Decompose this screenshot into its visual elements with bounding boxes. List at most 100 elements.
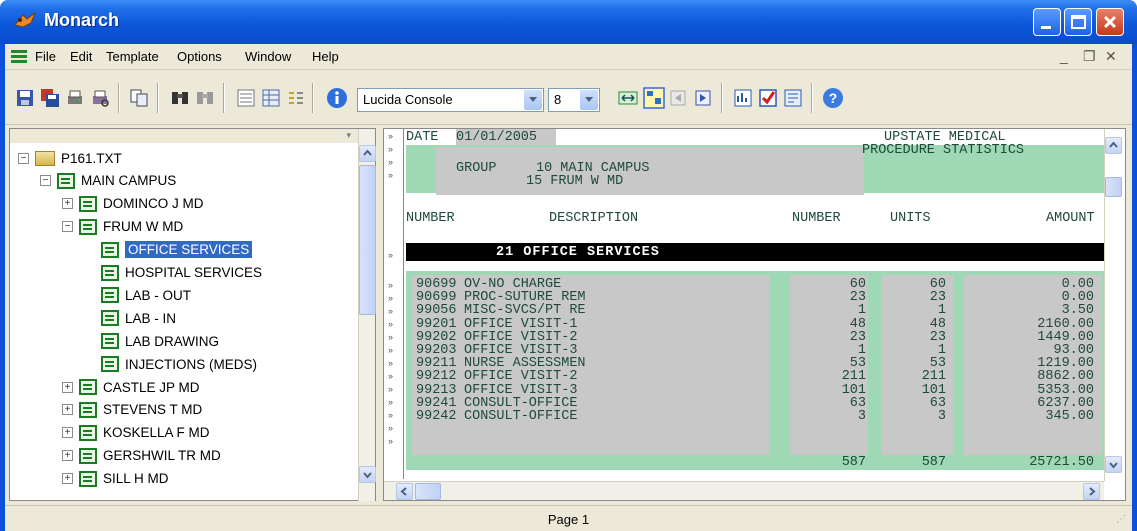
- tree-item[interactable]: LAB DRAWING: [84, 330, 219, 352]
- row-amount[interactable]: 5353.00: [1006, 383, 1094, 397]
- row-units[interactable]: 63: [914, 397, 946, 411]
- scroll-thumb[interactable]: [359, 165, 376, 315]
- close-button[interactable]: [1096, 8, 1124, 36]
- row-code[interactable]: 99212: [416, 370, 457, 384]
- row-amount[interactable]: 0.00: [1006, 278, 1094, 292]
- expand-icon[interactable]: +: [62, 381, 73, 393]
- row-amount[interactable]: 1449.00: [1006, 331, 1094, 345]
- chart-icon[interactable]: [733, 88, 753, 108]
- tree-item[interactable]: HOSPITAL SERVICES: [84, 262, 262, 284]
- row-description[interactable]: OFFICE VISIT-3: [464, 383, 577, 397]
- tree-item[interactable]: − MAIN CAMPUS: [40, 170, 176, 192]
- row-number[interactable]: 53: [834, 357, 866, 371]
- col-amount-header[interactable]: AMOUNT: [1046, 212, 1095, 226]
- tree-item[interactable]: INJECTIONS (MEDS): [84, 353, 257, 375]
- row-units[interactable]: 211: [914, 370, 946, 384]
- mdi-close-icon[interactable]: ✕: [1105, 48, 1117, 65]
- maximize-button[interactable]: [1064, 8, 1092, 36]
- row-code[interactable]: 99242: [416, 410, 457, 424]
- tree-item[interactable]: LAB - IN: [84, 307, 176, 329]
- row-description[interactable]: OFFICE VISIT-2: [464, 331, 577, 345]
- copy-icon[interactable]: [129, 88, 149, 108]
- report-vertical-scrollbar[interactable]: [1104, 129, 1122, 481]
- tree-item[interactable]: + CASTLE JP MD: [62, 376, 200, 398]
- row-amount[interactable]: 0.00: [1006, 291, 1094, 305]
- scroll-up-button[interactable]: [359, 145, 376, 162]
- tree-item[interactable]: + DOMINCO J MD: [62, 193, 204, 215]
- menu-window[interactable]: Window: [245, 49, 291, 64]
- col-number2-header[interactable]: NUMBER: [792, 212, 841, 226]
- tree-item[interactable]: + SILL H MD: [62, 468, 169, 490]
- row-description[interactable]: CONSULT-OFFICE: [464, 410, 577, 424]
- row-description[interactable]: MISC-SVCS/PT RE: [464, 304, 586, 318]
- expand-icon[interactable]: +: [62, 450, 73, 462]
- total-amount[interactable]: 25721.50: [1006, 456, 1094, 470]
- row-units[interactable]: 1: [914, 344, 946, 358]
- row-code[interactable]: 99203: [416, 344, 457, 358]
- row-number[interactable]: 211: [834, 370, 866, 384]
- row-units[interactable]: 48: [914, 317, 946, 331]
- section-header[interactable]: 21 OFFICE SERVICES: [496, 246, 660, 260]
- row-units[interactable]: 23: [914, 291, 946, 305]
- scroll-left-button[interactable]: [396, 483, 413, 500]
- col-description-header[interactable]: DESCRIPTION: [549, 212, 638, 226]
- find-icon[interactable]: [170, 88, 190, 108]
- title-bar[interactable]: Monarch: [0, 0, 1137, 44]
- expand-icon[interactable]: +: [62, 198, 73, 210]
- expand-icon[interactable]: +: [62, 427, 73, 439]
- collapse-icon[interactable]: −: [40, 175, 51, 187]
- tree-item[interactable]: + STEVENS T MD: [62, 399, 202, 421]
- row-amount[interactable]: 3.50: [1006, 304, 1094, 318]
- monarch-app-icon[interactable]: [13, 11, 37, 31]
- scroll-thumb[interactable]: [415, 483, 441, 500]
- row-amount[interactable]: 8862.00: [1006, 370, 1094, 384]
- save-all-icon[interactable]: [40, 88, 60, 108]
- tree-item[interactable]: + GERSHWIL TR MD: [62, 445, 221, 467]
- tree-item[interactable]: − P161.TXT: [18, 147, 122, 169]
- scroll-down-button[interactable]: [1105, 456, 1122, 473]
- menu-file[interactable]: File: [35, 49, 56, 64]
- tree-vertical-scrollbar[interactable]: [358, 129, 376, 501]
- print-icon[interactable]: [65, 88, 85, 108]
- scroll-up-button[interactable]: [1105, 137, 1122, 154]
- tree-item[interactable]: LAB - OUT: [84, 284, 191, 306]
- tree-item[interactable]: − FRUM W MD: [62, 216, 183, 238]
- chevron-down-icon[interactable]: [580, 90, 598, 110]
- scroll-right-button[interactable]: [1083, 483, 1100, 500]
- row-description[interactable]: OV-NO CHARGE: [464, 278, 561, 292]
- checkbox-icon[interactable]: [758, 88, 778, 108]
- date-value[interactable]: 01/01/2005: [456, 131, 537, 145]
- row-description[interactable]: PROC-SUTURE REM: [464, 291, 586, 305]
- row-code[interactable]: 90699: [416, 291, 457, 305]
- fit-width-icon[interactable]: [618, 88, 638, 108]
- date-label[interactable]: DATE: [406, 131, 438, 145]
- report-subtitle[interactable]: PROCEDURE STATISTICS: [862, 144, 1024, 158]
- row-number[interactable]: 23: [834, 331, 866, 345]
- export-icon[interactable]: [783, 88, 803, 108]
- row-units[interactable]: 53: [914, 357, 946, 371]
- expand-icon[interactable]: +: [62, 473, 73, 485]
- table-view-icon[interactable]: [261, 88, 281, 108]
- row-number[interactable]: 63: [834, 397, 866, 411]
- row-number[interactable]: 1: [834, 344, 866, 358]
- mdi-minimize-icon[interactable]: _: [1060, 48, 1068, 64]
- row-number[interactable]: 1: [834, 304, 866, 318]
- row-number[interactable]: 101: [834, 383, 866, 397]
- row-code[interactable]: 99241: [416, 397, 457, 411]
- expand-icon[interactable]: +: [62, 404, 73, 416]
- row-code[interactable]: 99211: [416, 357, 457, 371]
- row-units[interactable]: 3: [914, 410, 946, 424]
- scroll-down-button[interactable]: [359, 466, 376, 483]
- row-description[interactable]: OFFICE VISIT-3: [464, 344, 577, 358]
- scroll-thumb[interactable]: [1105, 177, 1122, 197]
- row-description[interactable]: OFFICE VISIT-2: [464, 370, 577, 384]
- help-icon[interactable]: ?: [822, 87, 844, 109]
- row-description[interactable]: CONSULT-OFFICE: [464, 397, 577, 411]
- find-next-icon[interactable]: [195, 88, 215, 108]
- total-units[interactable]: 587: [914, 456, 946, 470]
- menu-options[interactable]: Options: [177, 49, 222, 64]
- total-number[interactable]: 587: [834, 456, 866, 470]
- row-code[interactable]: 99201: [416, 317, 457, 331]
- tree-item[interactable]: OFFICE SERVICES: [84, 239, 253, 261]
- summary-view-icon[interactable]: [286, 88, 306, 108]
